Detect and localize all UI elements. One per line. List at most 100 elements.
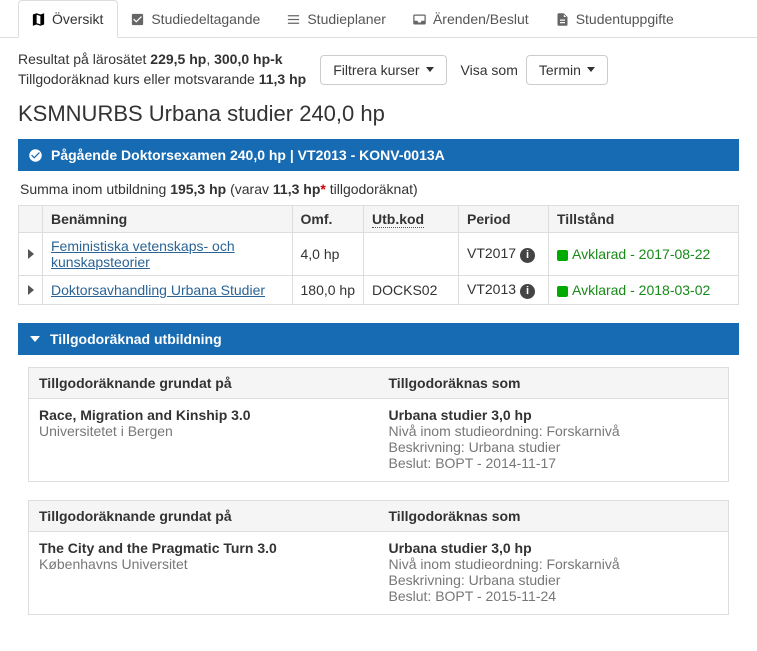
result-summary: Resultat på lärosätet 229,5 hp, 300,0 hp… [18, 50, 306, 89]
credit-source: Race, Migration and Kinship 3.0 Universi… [29, 399, 379, 481]
text: (varav [226, 181, 273, 197]
status-text: Avklarad - 2017-08-22 [572, 246, 710, 262]
status-text: Avklarad - 2018-03-02 [572, 282, 710, 298]
check-circle-icon [28, 148, 43, 163]
view-as-select[interactable]: Termin [526, 55, 608, 85]
button-label: Termin [539, 62, 581, 78]
expand-toggle[interactable] [19, 233, 43, 276]
tab-label: Studieplaner [307, 11, 386, 27]
course-scope: 180,0 hp [292, 276, 364, 305]
credit-source: The City and the Pragmatic Turn 3.0 Købe… [29, 532, 379, 614]
info-icon[interactable]: i [520, 284, 535, 299]
credit-detail: Beslut: BOPT - 2014-11-17 [389, 455, 719, 471]
credit-source-title: The City and the Pragmatic Turn 3.0 [39, 540, 369, 556]
summary-label: Resultat på lärosätet [18, 51, 150, 67]
course-link[interactable]: Doktorsavhandling Urbana Studier [51, 282, 265, 298]
col-scope: Omf. [292, 206, 364, 233]
program-sub-summary: Summa inom utbildning 195,3 hp (varav 11… [18, 171, 739, 205]
summary-value: 11,3 hp [273, 181, 320, 197]
course-scope: 4,0 hp [292, 233, 364, 276]
program-section-header[interactable]: Pågående Doktorsexamen 240,0 hp | VT2013… [18, 139, 739, 171]
courses-table: Benämning Omf. Utb.kod Period Tillstånd … [18, 205, 739, 305]
course-status-cell: Avklarad - 2018-03-02 [549, 276, 739, 305]
col-state: Tillstånd [549, 206, 739, 233]
list-icon [286, 12, 301, 27]
section-title: Pågående Doktorsexamen 240,0 hp | VT2013… [51, 147, 445, 163]
tab-studentinfo[interactable]: Studentuppgifte [543, 1, 688, 37]
course-link[interactable]: Feministiska vetenskaps- och kunskapsteo… [51, 238, 235, 270]
col-name: Benämning [43, 206, 293, 233]
file-icon [555, 12, 570, 27]
course-period-cell: VT2017 i [459, 233, 549, 276]
chevron-down-icon [28, 336, 42, 342]
summary-value: 195,3 hp [170, 181, 226, 197]
tab-label: Studentuppgifte [576, 11, 674, 27]
check-square-icon [130, 12, 145, 27]
chevron-right-icon [28, 285, 34, 295]
view-as-group: Visa som Termin [461, 55, 608, 85]
summary-value: 11,3 hp [259, 71, 306, 87]
credited-section-header[interactable]: Tillgodoräknad utbildning [18, 323, 739, 355]
inbox-icon [412, 12, 427, 27]
credit-detail: Beslut: BOPT - 2015-11-24 [389, 588, 719, 604]
table-row: Feministiska vetenskaps- och kunskapsteo… [19, 233, 739, 276]
tab-overview[interactable]: Översikt [18, 0, 118, 38]
credit-target: Urbana studier 3,0 hp Nivå inom studieor… [379, 532, 729, 614]
credit-head-left: Tillgodoräknande grundat på [29, 501, 379, 531]
text: Summa inom utbildning [20, 181, 170, 197]
credit-detail: Nivå inom studieordning: Forskarnivå [389, 556, 719, 572]
page-title: KSMNURBS Urbana studier 240,0 hp [18, 101, 739, 127]
tab-participation[interactable]: Studiedeltagande [118, 1, 274, 37]
course-code: DOCKS02 [364, 276, 459, 305]
caret-down-icon [426, 67, 434, 72]
button-label: Filtrera kurser [333, 62, 419, 78]
tab-label: Studiedeltagande [151, 11, 260, 27]
table-row: Doktorsavhandling Urbana Studier 180,0 h… [19, 276, 739, 305]
credit-detail: Beskrivning: Urbana studier [389, 439, 719, 455]
col-code-label: Utb.kod [372, 211, 424, 228]
tab-label: Översikt [52, 11, 103, 27]
expand-col-header [19, 206, 43, 233]
info-icon[interactable]: i [520, 248, 535, 263]
status-date: 2017-08-22 [639, 246, 711, 262]
course-period: VT2017 [467, 245, 516, 261]
caret-down-icon [587, 67, 595, 72]
summary-label: Tillgodoräknad kurs eller motsvarande [18, 71, 259, 87]
credit-head-left: Tillgodoräknande grundat på [29, 368, 379, 398]
col-period: Period [459, 206, 549, 233]
section-title: Tillgodoräknad utbildning [50, 331, 222, 347]
col-code: Utb.kod [364, 206, 459, 233]
credit-source-sub: Universitetet i Bergen [39, 423, 369, 439]
tab-cases[interactable]: Ärenden/Beslut [400, 1, 543, 37]
text: tillgodoräknat) [326, 181, 418, 197]
tab-plans[interactable]: Studieplaner [274, 1, 400, 37]
credit-target-title: Urbana studier 3,0 hp [389, 540, 719, 556]
summary-row: Resultat på lärosätet 229,5 hp, 300,0 hp… [18, 50, 739, 89]
credit-source-sub: Københavns Universitet [39, 556, 369, 572]
credit-target: Urbana studier 3,0 hp Nivå inom studieor… [379, 399, 729, 481]
tab-bar: Översikt Studiedeltagande Studieplaner Ä… [0, 0, 757, 38]
expand-toggle[interactable] [19, 276, 43, 305]
view-as-label: Visa som [461, 62, 518, 78]
course-code [364, 233, 459, 276]
summary-value: 300,0 hp-k [214, 51, 282, 67]
summary-value: 229,5 hp [150, 51, 206, 67]
credit-target-title: Urbana studier 3,0 hp [389, 407, 719, 423]
credit-source-title: Race, Migration and Kinship 3.0 [39, 407, 369, 423]
credit-head-right: Tillgodoräknas som [379, 368, 729, 398]
credit-item: Tillgodoräknande grundat på Tillgodoräkn… [28, 500, 729, 615]
filter-courses-button[interactable]: Filtrera kurser [320, 55, 446, 85]
status-indicator [557, 286, 568, 297]
course-period-cell: VT2013 i [459, 276, 549, 305]
map-icon [31, 12, 46, 27]
status-date: 2018-03-02 [639, 282, 711, 298]
status-label: Avklarad [572, 246, 626, 262]
credit-item: Tillgodoräknande grundat på Tillgodoräkn… [28, 367, 729, 482]
chevron-right-icon [28, 249, 34, 259]
course-status-cell: Avklarad - 2017-08-22 [549, 233, 739, 276]
credit-detail: Nivå inom studieordning: Forskarnivå [389, 423, 719, 439]
course-period: VT2013 [467, 281, 516, 297]
credit-detail: Beskrivning: Urbana studier [389, 572, 719, 588]
separator: , [206, 51, 214, 67]
tab-label: Ärenden/Beslut [433, 11, 529, 27]
